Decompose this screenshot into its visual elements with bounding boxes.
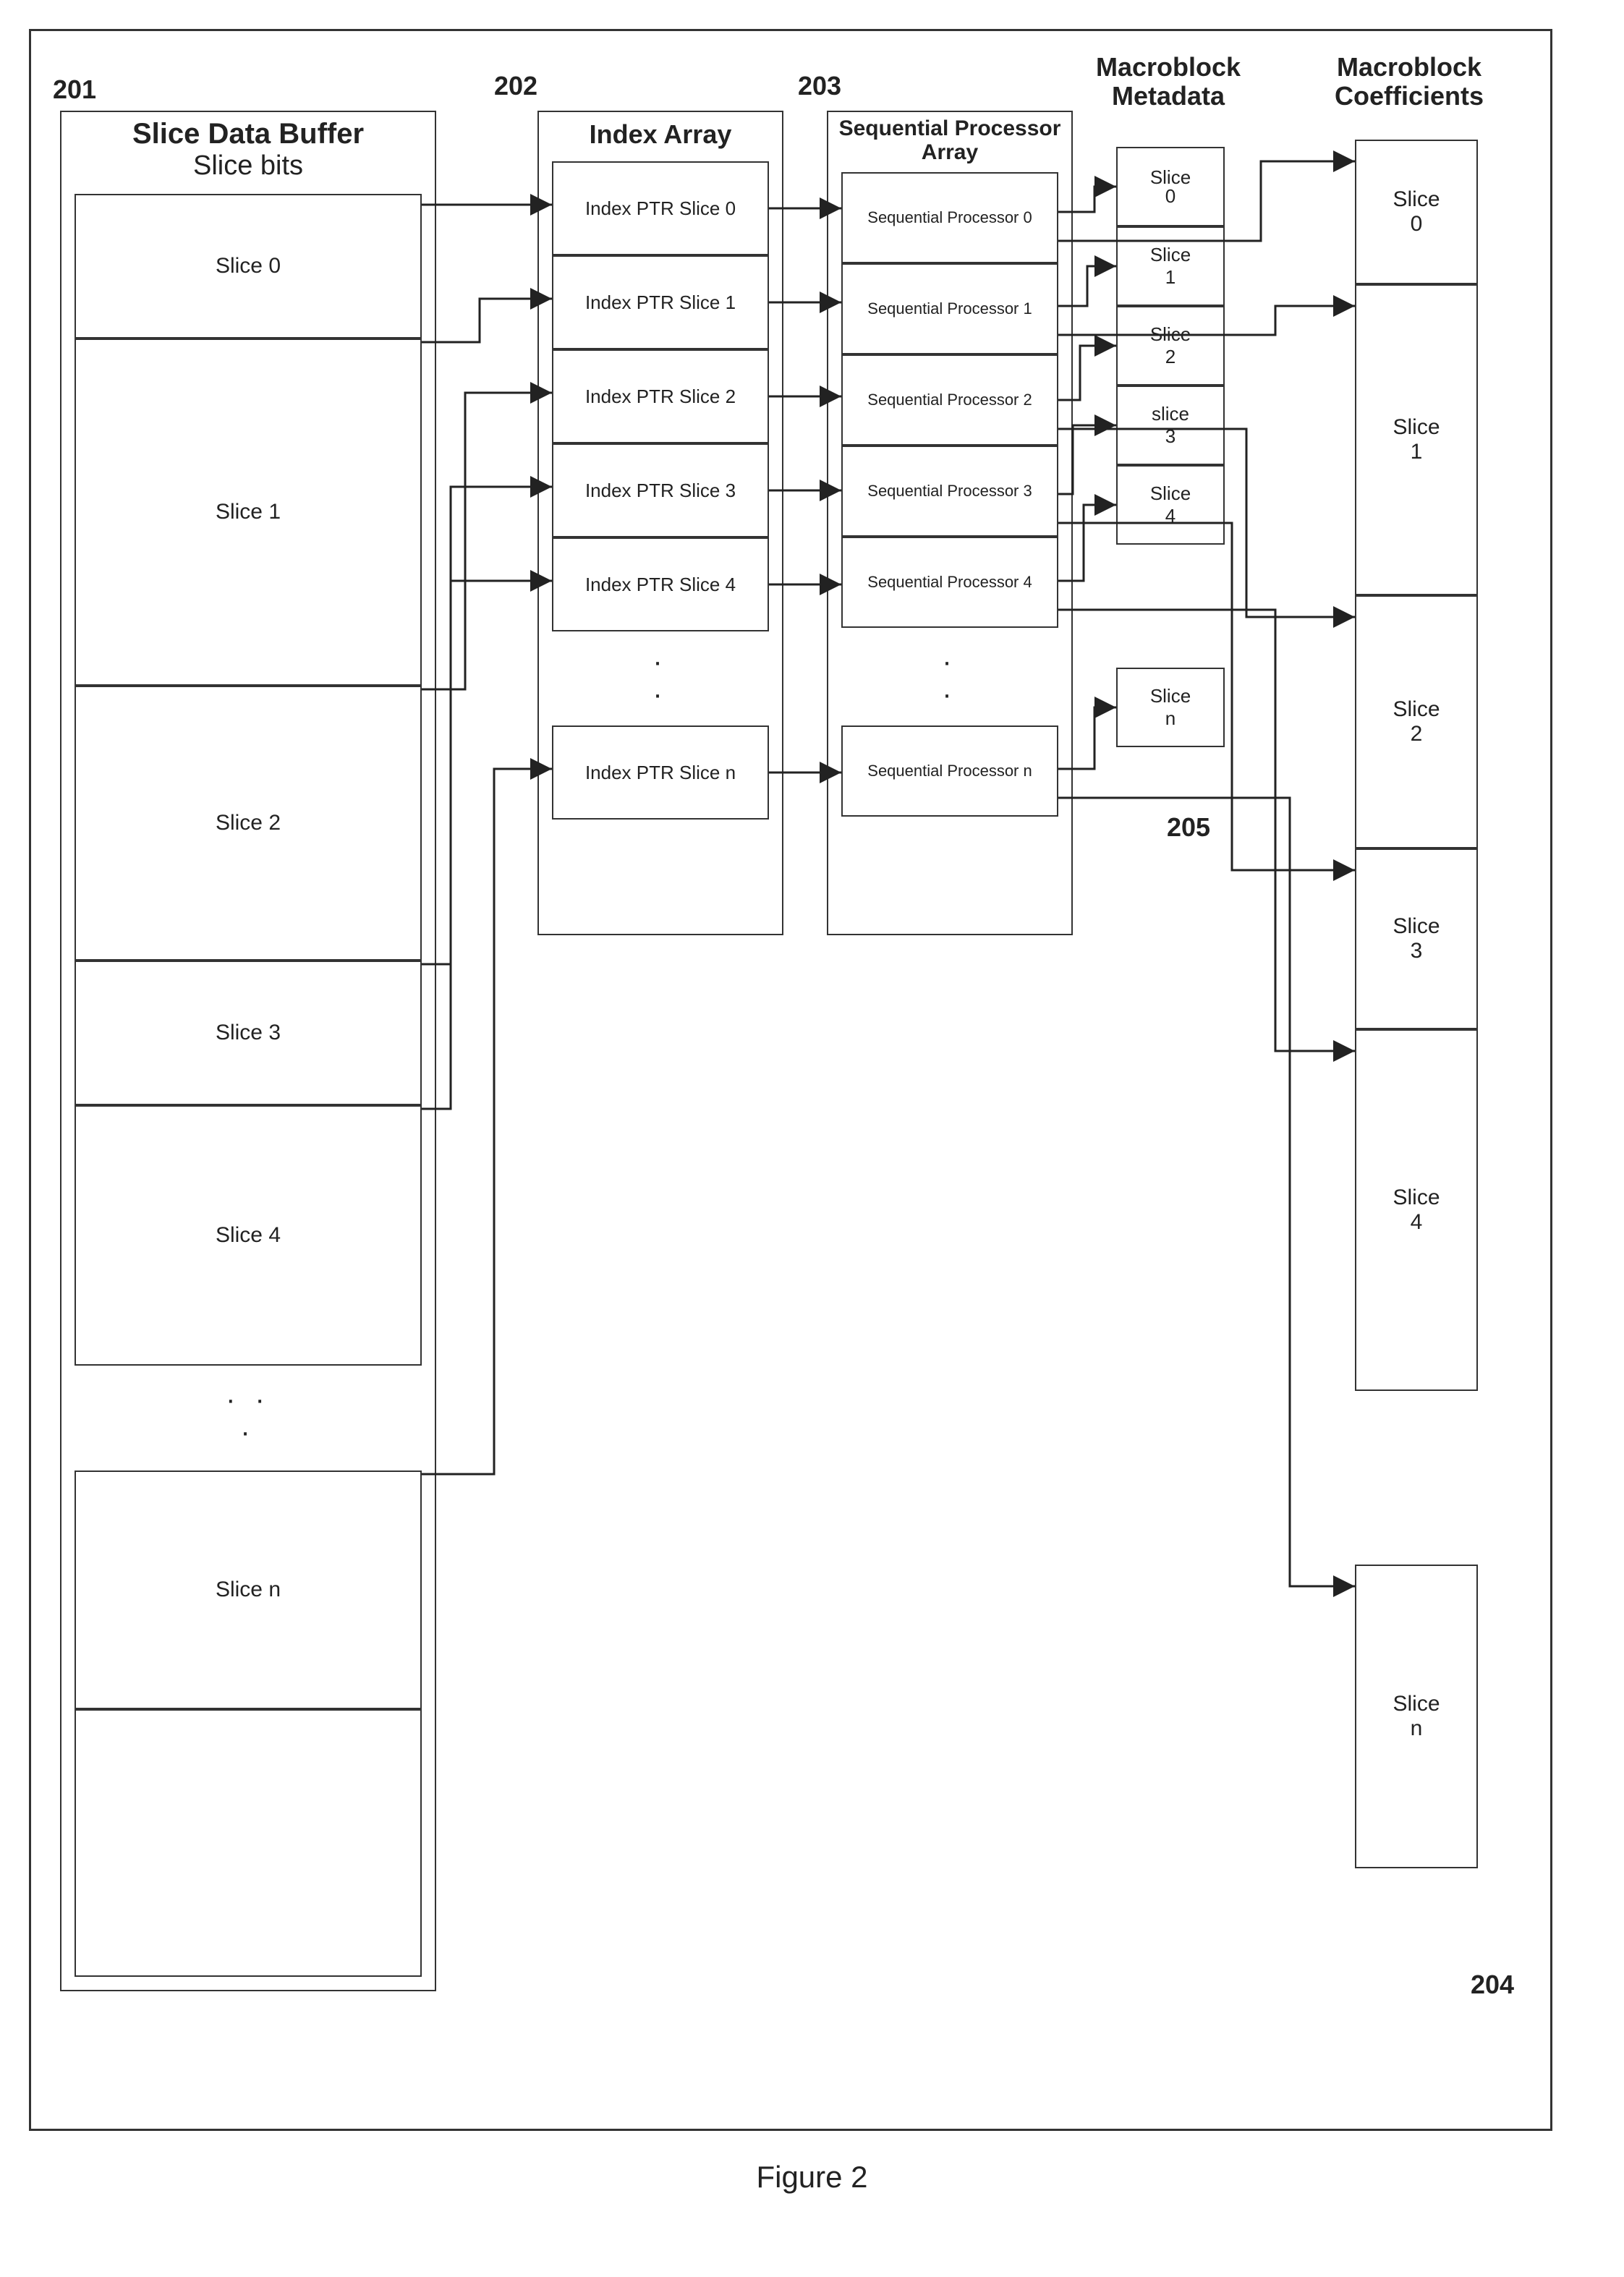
cf-1-t: Slice1: [1393, 415, 1440, 464]
md-n: Slicen: [1116, 668, 1225, 747]
sdb-ellipsis: · · ·: [219, 1384, 277, 1449]
md-0: Slice0: [1116, 147, 1225, 226]
metadata-title: Macroblock Metadata: [1074, 53, 1262, 110]
ref-201: 201: [53, 75, 96, 105]
sdb-tail: [75, 1709, 422, 1977]
sp-3: Sequential Processor 3: [841, 446, 1058, 537]
sdb-slice-2: Slice 2: [75, 686, 422, 961]
md-0-t: Slice0: [1150, 168, 1191, 205]
md-4-t: Slice4: [1150, 482, 1191, 527]
cf-n-t: Slicen: [1393, 1692, 1440, 1741]
sdb-slice-1: Slice 1: [75, 339, 422, 686]
idx-0: Index PTR Slice 0: [552, 161, 769, 255]
md-1: Slice1: [1116, 226, 1225, 306]
coeffs-title-text: Macroblock Coefficients: [1304, 53, 1514, 110]
ref-203: 203: [798, 71, 841, 101]
seq-title: Sequential ProcessorArray: [828, 116, 1071, 164]
sp-1: Sequential Processor 1: [841, 263, 1058, 354]
sp-n: Sequential Processor n: [841, 725, 1058, 817]
index-title: Index Array: [539, 119, 782, 150]
idx-n: Index PTR Slice n: [552, 725, 769, 820]
idx-4: Index PTR Slice 4: [552, 537, 769, 631]
cf-0: Slice0: [1355, 140, 1478, 284]
sdb-slice-n: Slice n: [75, 1471, 422, 1709]
ref-204: 204: [1471, 1970, 1514, 2000]
idx-2: Index PTR Slice 2: [552, 349, 769, 443]
cf-4-t: Slice4: [1393, 1186, 1440, 1235]
md-3: slice3: [1116, 386, 1225, 465]
cf-2-t: Slice2: [1393, 697, 1440, 746]
cf-1: Slice1: [1355, 284, 1478, 595]
idx-1: Index PTR Slice 1: [552, 255, 769, 349]
sdb-slice-4: Slice 4: [75, 1105, 422, 1366]
cf-n: Slicen: [1355, 1565, 1478, 1868]
ref-205: 205: [1167, 812, 1210, 843]
md-2: Slice2: [1116, 306, 1225, 386]
cf-0-t: Slice0: [1393, 187, 1440, 237]
md-3-t: slice3: [1152, 403, 1189, 448]
md-1-t: Slice1: [1150, 244, 1191, 289]
sdb-slice-0: Slice 0: [75, 194, 422, 339]
slice-buffer-subtitle: Slice bits: [61, 150, 435, 182]
cf-4: Slice4: [1355, 1029, 1478, 1391]
sdb-slice-3: Slice 3: [75, 961, 422, 1105]
sp-2: Sequential Processor 2: [841, 354, 1058, 446]
diagram-frame: 201 202 203 205 204 Macroblock Metadata …: [29, 29, 1552, 2131]
cf-3-t: Slice3: [1393, 914, 1440, 963]
metadata-title-text: Macroblock Metadata: [1074, 53, 1262, 110]
idx-3: Index PTR Slice 3: [552, 443, 769, 537]
figure-caption: Figure 2: [29, 2160, 1595, 2195]
slice-buffer-title: Slice Data Buffer: [61, 118, 435, 150]
md-2-t: Slice2: [1150, 323, 1191, 368]
coeffs-title: Macroblock Coefficients: [1304, 53, 1514, 110]
sp-4: Sequential Processor 4: [841, 537, 1058, 628]
md-n-t: Slicen: [1150, 685, 1191, 730]
md-4: Slice4: [1116, 465, 1225, 545]
cf-2: Slice2: [1355, 595, 1478, 848]
sp-0: Sequential Processor 0: [841, 172, 1058, 263]
seq-title-text: Sequential ProcessorArray: [839, 116, 1061, 164]
cf-3: Slice3: [1355, 848, 1478, 1029]
ref-202: 202: [494, 71, 537, 101]
